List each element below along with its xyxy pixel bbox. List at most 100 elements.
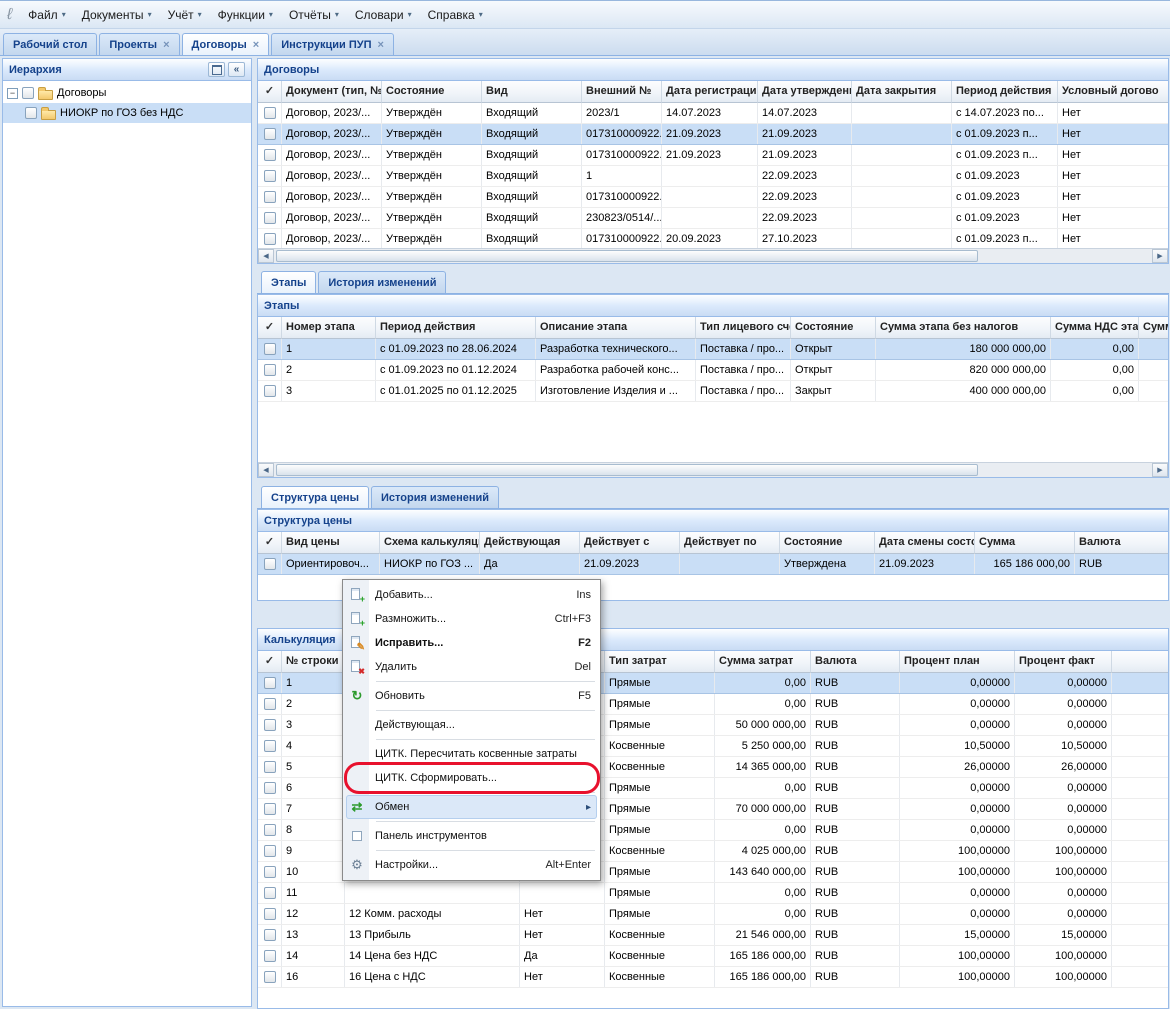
table-row[interactable]: Договор, 2023/...УтверждёнВходящий2023/1… [258, 103, 1168, 124]
row-checkbox[interactable] [264, 558, 276, 570]
row-checkbox[interactable] [264, 677, 276, 689]
row-checkbox[interactable] [264, 364, 276, 376]
row-select-cell[interactable] [258, 339, 282, 359]
row-checkbox[interactable] [264, 971, 276, 983]
menu-item[interactable]: ЦИТК. Сформировать... [346, 766, 597, 790]
row-select-cell[interactable] [258, 946, 282, 966]
row-checkbox[interactable] [264, 191, 276, 203]
tab[interactable]: Инструкции ПУП× [271, 33, 394, 55]
column-header[interactable]: Состояние [791, 317, 876, 339]
menu-item[interactable]: ✎Исправить...F2 [346, 631, 597, 655]
tree-expand-icon[interactable]: − [7, 88, 18, 99]
tree-checkbox[interactable] [22, 87, 34, 99]
column-header[interactable] [1112, 651, 1168, 673]
column-header[interactable]: Сумма этапа без налогов [876, 317, 1051, 339]
column-header[interactable]: Дата утверждения [758, 81, 852, 103]
column-header[interactable]: Вид цены [282, 532, 380, 554]
row-select-cell[interactable] [258, 799, 282, 819]
row-select-cell[interactable] [258, 381, 282, 401]
column-header[interactable]: Дата закрытия [852, 81, 952, 103]
table-row[interactable]: 1414 Цена без НДСДаКосвенные165 186 000,… [258, 946, 1168, 967]
row-select-cell[interactable] [258, 554, 282, 574]
row-select-cell[interactable] [258, 124, 282, 144]
tab-close-icon[interactable]: × [163, 40, 169, 50]
column-header[interactable]: Тип лицевого счёт [696, 317, 791, 339]
scrollbar-thumb[interactable] [276, 250, 978, 262]
column-header[interactable]: Период действия [376, 317, 536, 339]
row-select-cell[interactable] [258, 904, 282, 924]
stages-h-scrollbar[interactable]: ◀ ▶ [258, 462, 1168, 477]
row-select-cell[interactable] [258, 673, 282, 693]
row-checkbox[interactable] [264, 719, 276, 731]
menu-item[interactable]: ЦИТК. Пересчитать косвенные затраты... [346, 742, 597, 766]
row-select-cell[interactable] [258, 166, 282, 186]
tab[interactable]: Договоры× [182, 33, 270, 55]
column-header[interactable]: Состояние [780, 532, 875, 554]
column-header[interactable]: Период действия [952, 81, 1058, 103]
row-checkbox[interactable] [264, 866, 276, 878]
table-row[interactable]: Договор, 2023/...УтверждёнВходящий230823… [258, 208, 1168, 229]
column-header[interactable]: № строки [282, 651, 345, 673]
column-header[interactable]: Сумма затрат [715, 651, 811, 673]
row-select-cell[interactable] [258, 145, 282, 165]
column-header[interactable]: Сумма [975, 532, 1075, 554]
row-select-cell[interactable] [258, 862, 282, 882]
row-checkbox[interactable] [264, 803, 276, 815]
row-select-cell[interactable] [258, 694, 282, 714]
row-checkbox[interactable] [264, 824, 276, 836]
row-select-cell[interactable] [258, 360, 282, 380]
menu-item[interactable]: ⇄Обмен▸ [346, 795, 597, 819]
collapse-panel-icon[interactable]: « [228, 62, 245, 77]
column-header[interactable]: Процент план [900, 651, 1015, 673]
table-row[interactable]: Договор, 2023/...УтверждёнВходящий017310… [258, 145, 1168, 166]
row-checkbox[interactable] [264, 107, 276, 119]
grid-view-icon[interactable] [208, 62, 225, 77]
row-checkbox[interactable] [264, 740, 276, 752]
scroll-right-icon[interactable]: ▶ [1152, 249, 1168, 263]
table-row[interactable]: 3с 01.01.2025 по 01.12.2025Изготовление … [258, 381, 1168, 402]
column-header[interactable]: Валюта [1075, 532, 1168, 554]
menubar-item[interactable]: Отчёты▾ [281, 5, 347, 25]
table-row[interactable]: Ориентировоч...НИОКР по ГОЗ ...Да21.09.2… [258, 554, 1168, 575]
column-header[interactable]: Процент факт [1015, 651, 1112, 673]
row-checkbox[interactable] [264, 385, 276, 397]
row-select-cell[interactable] [258, 820, 282, 840]
column-header[interactable]: Действует с [580, 532, 680, 554]
row-checkbox[interactable] [264, 698, 276, 710]
table-row[interactable]: 1616 Цена с НДСНетКосвенные165 186 000,0… [258, 967, 1168, 988]
scrollbar-thumb[interactable] [276, 464, 978, 476]
tab[interactable]: История изменений [371, 486, 499, 508]
table-row[interactable]: 11Прямые0,00RUB0,000000,00000 [258, 883, 1168, 904]
column-header[interactable]: Внешний № [582, 81, 662, 103]
column-header[interactable]: Сумма НДС этапа [1051, 317, 1139, 339]
row-checkbox[interactable] [264, 128, 276, 140]
table-row[interactable]: Договор, 2023/...УтверждёнВходящий122.09… [258, 166, 1168, 187]
menubar-item[interactable]: Учёт▾ [160, 5, 210, 25]
tree-node[interactable]: −Договоры [3, 83, 251, 103]
menu-item[interactable]: +Добавить...Ins [346, 583, 597, 607]
column-header[interactable]: Вид [482, 81, 582, 103]
row-checkbox[interactable] [264, 887, 276, 899]
table-row[interactable]: 1212 Комм. расходыНетПрямые0,00RUB0,0000… [258, 904, 1168, 925]
menubar-item[interactable]: Документы▾ [74, 5, 160, 25]
row-checkbox[interactable] [264, 929, 276, 941]
row-checkbox[interactable] [264, 950, 276, 962]
scrollbar-track[interactable] [274, 249, 1152, 263]
column-header[interactable]: Действует по [680, 532, 780, 554]
row-checkbox[interactable] [264, 170, 276, 182]
row-checkbox[interactable] [264, 212, 276, 224]
row-select-cell[interactable] [258, 967, 282, 987]
menu-item[interactable]: Панель инструментов [346, 824, 597, 848]
row-select-cell[interactable] [258, 778, 282, 798]
row-select-cell[interactable] [258, 883, 282, 903]
row-checkbox[interactable] [264, 908, 276, 920]
tree-checkbox[interactable] [25, 107, 37, 119]
menu-item[interactable]: ⚙Настройки...Alt+Enter [346, 853, 597, 877]
menu-item[interactable]: ↻ОбновитьF5 [346, 684, 597, 708]
row-select-cell[interactable] [258, 925, 282, 945]
row-checkbox[interactable] [264, 343, 276, 355]
column-header[interactable]: Сумм [1139, 317, 1168, 339]
tab[interactable]: Этапы [261, 271, 316, 293]
table-row[interactable]: 2с 01.09.2023 по 01.12.2024Разработка ра… [258, 360, 1168, 381]
row-checkbox[interactable] [264, 761, 276, 773]
